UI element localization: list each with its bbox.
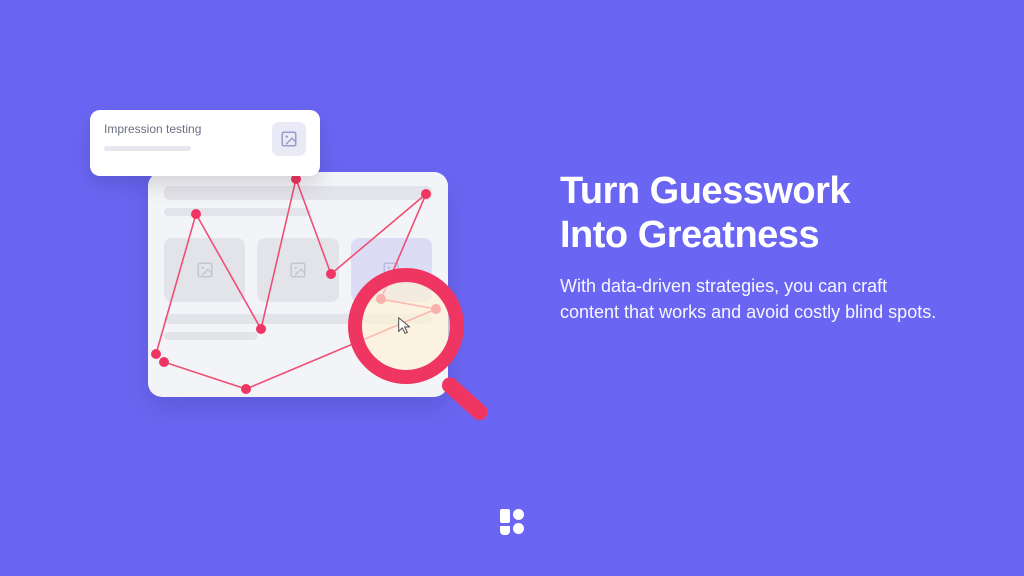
hero-copy: Turn Guesswork Into Greatness With data-… — [560, 170, 940, 326]
magnifier-handle — [439, 374, 491, 423]
placeholder-line — [104, 146, 191, 151]
thumbnail — [257, 238, 338, 302]
magnifier-lens — [348, 268, 464, 384]
image-icon — [272, 122, 306, 156]
placeholder-line — [164, 186, 432, 200]
image-icon — [196, 261, 214, 279]
subheadline: With data-driven strategies, you can cra… — [560, 273, 940, 325]
placeholder-line — [164, 208, 311, 216]
brand-logo — [500, 509, 524, 540]
headline-line-2: Into Greatness — [560, 214, 819, 256]
magnifier-icon — [348, 268, 518, 438]
headline-line-1: Turn Guesswork — [560, 170, 850, 212]
image-icon — [289, 261, 307, 279]
impression-label: Impression testing — [104, 122, 262, 136]
placeholder-line — [164, 332, 258, 340]
hero-illustration: Impression testing — [90, 110, 490, 450]
cursor-icon — [395, 315, 417, 337]
thumbnail — [164, 238, 245, 302]
impression-testing-card: Impression testing — [90, 110, 320, 176]
headline: Turn Guesswork Into Greatness — [560, 170, 940, 257]
